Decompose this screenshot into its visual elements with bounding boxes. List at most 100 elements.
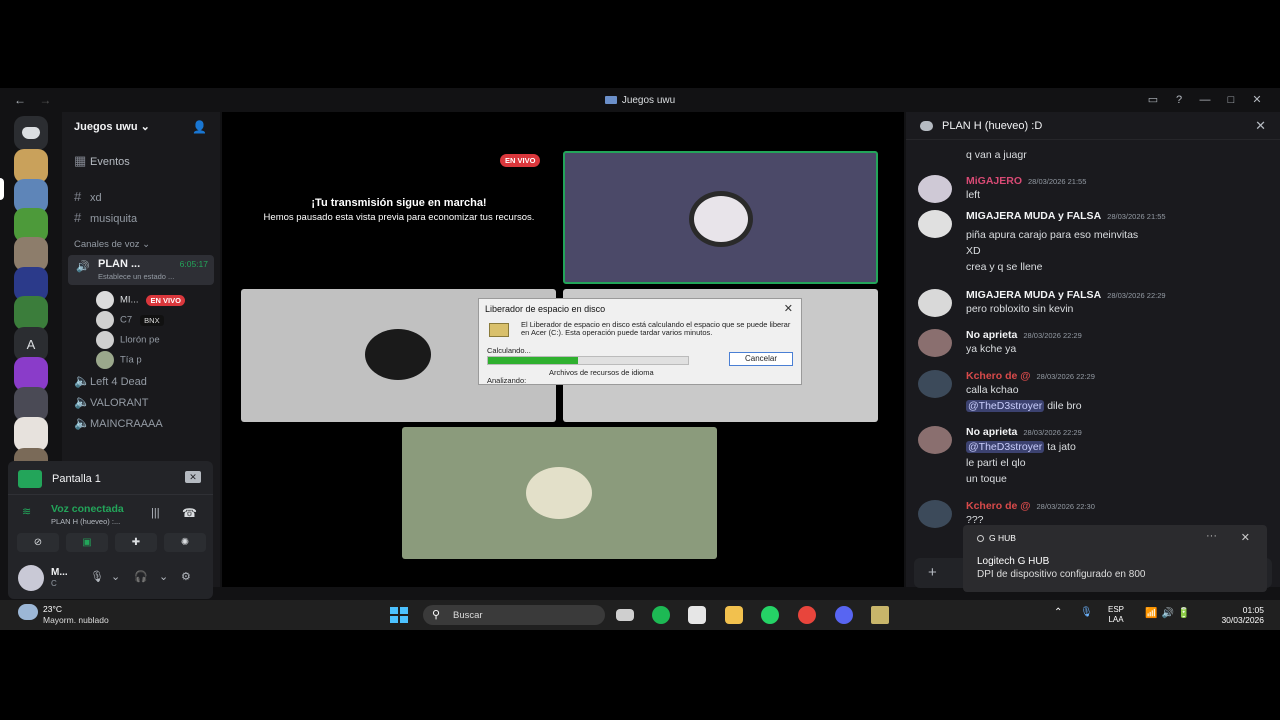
user-panel: Pantalla 1 ✕ ≋ Voz conectada PLAN H (hue… [8,461,213,599]
message-timestamp: 28/03/2026 21:55 [1028,177,1087,186]
voice-status[interactable]: Establece un estado ... [98,272,174,281]
server-icon-8[interactable] [14,357,48,391]
whatsapp-icon[interactable] [761,606,779,624]
avatar[interactable] [918,500,952,528]
voice-channel-maincraaaa[interactable]: 🔈MAINCRAAAA [74,415,163,431]
minimize-icon[interactable]: — [1192,94,1218,106]
text-channel-xd[interactable]: # xd [74,189,102,204]
events-item[interactable]: ▦ Eventos [74,153,130,169]
voice-channel-plan[interactable]: 🔊 PLAN ... 6:05:17 Establece un estado .… [68,255,214,285]
message-author[interactable]: Kchero de @ 28/03/2026 22:29 [966,370,1095,382]
language-indicator[interactable]: ESP LAA [1108,605,1124,625]
inbox-icon[interactable]: ▭ [1140,93,1166,106]
task-view-icon[interactable] [616,609,634,621]
close-icon[interactable]: ✕ [1255,118,1266,134]
chevron-down-icon[interactable]: ⌄ [111,570,120,583]
server-icon-10[interactable] [14,417,48,451]
add-attachment-icon[interactable]: + [928,564,937,581]
avatar[interactable] [918,210,952,238]
avatar[interactable] [918,426,952,454]
voice-user-4[interactable]: Tía p [96,351,142,369]
server-icon-4[interactable] [14,237,48,271]
avatar[interactable] [18,565,44,591]
stop-stream-icon[interactable]: ✕ [185,471,201,483]
user-mention[interactable]: @TheD3stroyer [966,441,1045,453]
voice-user-1[interactable]: MI... EN VIVO [96,291,185,309]
network-volume-battery-icons[interactable]: 📶🔊🔋 [1145,608,1194,619]
server-icon-6[interactable] [14,296,48,330]
voice-channel-link[interactable]: PLAN H (hueveo) :... [51,517,120,526]
avatar [96,331,114,349]
close-icon[interactable]: ✕ [784,302,793,315]
signal-icon[interactable]: ≋ [22,505,31,518]
cancel-button[interactable]: Cancelar [729,352,793,366]
server-icon-9[interactable] [14,387,48,421]
text-channel-musiquita[interactable]: # musiquita [74,210,137,225]
start-button[interactable] [390,607,409,624]
chat-bubble-icon [920,121,933,131]
soundboard-button[interactable]: ✺ [164,533,206,552]
message-author[interactable]: MiGAJERO 28/03/2026 21:55 [966,175,1086,187]
message-author[interactable]: MIGAJERA MUDA y FALSA 28/03/2026 22:29 [966,289,1166,301]
server-icon-a[interactable]: A [14,327,48,361]
close-icon[interactable]: ✕ [1244,93,1270,106]
author-name: No aprieta [966,426,1018,438]
discord-home-icon[interactable] [14,116,48,150]
message-author[interactable]: MIGAJERA MUDA y FALSA 28/03/2026 21:55 [966,210,1166,222]
store-icon[interactable] [688,606,706,624]
noise-suppression-icon[interactable]: ||| [151,507,160,519]
ghub-notification[interactable]: G HUB ··· ✕ Logitech G HUB DPI de dispos… [963,525,1267,592]
camera-off-button[interactable]: ⊘ [17,533,59,552]
window-title: Juegos uwu [0,95,1280,106]
microphone-icon[interactable]: 🎙 [1080,607,1093,618]
avatar[interactable] [918,289,952,317]
message-timestamp: 28/03/2026 22:29 [1023,428,1082,437]
voice-user-2[interactable]: C7 BNX [96,311,164,329]
headphones-icon[interactable]: 🎧 [134,570,148,583]
spotify-icon[interactable] [652,606,670,624]
help-icon[interactable]: ? [1166,94,1192,106]
microphone-icon[interactable]: 🎙 [90,570,104,583]
voice-user-3[interactable]: Llorón pe [96,331,160,349]
screen-share-bar: Pantalla 1 ✕ [8,461,213,495]
chrome-icon[interactable] [798,606,816,624]
gear-icon[interactable]: ⚙ [181,570,191,583]
dialog-message: El Liberador de espacio en disco está ca… [521,320,791,337]
more-options-icon[interactable]: ··· [1206,530,1217,542]
avatar[interactable] [918,370,952,398]
server-name-header[interactable]: Juegos uwu ⌄ 👤 [74,120,207,134]
channel-label: VALORANT [90,397,149,409]
message-author[interactable]: No aprieta 28/03/2026 22:29 [966,426,1082,438]
message-author[interactable]: Kchero de @ 28/03/2026 22:30 [966,500,1095,512]
author-name: Kchero de @ [966,370,1031,382]
disk-cleanup-taskbar-icon[interactable] [871,606,889,624]
screen-share-button[interactable]: ▣ [66,533,108,552]
server-icon-1[interactable] [14,149,48,183]
clock[interactable]: 01:05 30/03/2026 [1221,605,1264,625]
lang-layout: LAA [1108,615,1124,624]
discord-taskbar-icon[interactable] [835,606,853,624]
speaker-icon: 🔈 [74,373,91,388]
voice-channel-name: PLAN ... [98,258,141,270]
maximize-icon[interactable]: □ [1218,94,1244,106]
activities-button[interactable]: ✚ [115,533,157,552]
voice-channel-left4dead[interactable]: 🔈Left 4 Dead [74,373,147,389]
file-explorer-icon[interactable] [725,606,743,624]
invite-icon[interactable]: 👤 [192,120,207,134]
message-author[interactable]: No aprieta 28/03/2026 22:29 [966,329,1082,341]
video-tile-speaking[interactable] [563,151,878,284]
disk-cleanup-dialog: Liberador de espacio en disco ✕ El Liber… [478,298,802,385]
voice-channel-valorant[interactable]: 🔈VALORANT [74,394,148,410]
chevron-down-icon[interactable]: ⌄ [159,570,168,583]
message-line: pero robloxito sin kevin [966,303,1074,315]
user-mention[interactable]: @TheD3stroyer [966,400,1045,412]
video-tile-4[interactable] [402,427,717,559]
taskbar-search[interactable]: ⚲ Buscar [423,605,605,625]
disconnect-icon[interactable]: ☎ [182,506,197,520]
close-icon[interactable]: ✕ [1241,531,1250,544]
channel-label: xd [90,192,102,204]
avatar[interactable] [918,329,952,357]
voice-category[interactable]: Canales de voz ⌄ [74,239,150,250]
chevron-up-icon[interactable]: ⌃ [1054,607,1062,618]
avatar[interactable] [918,175,952,203]
